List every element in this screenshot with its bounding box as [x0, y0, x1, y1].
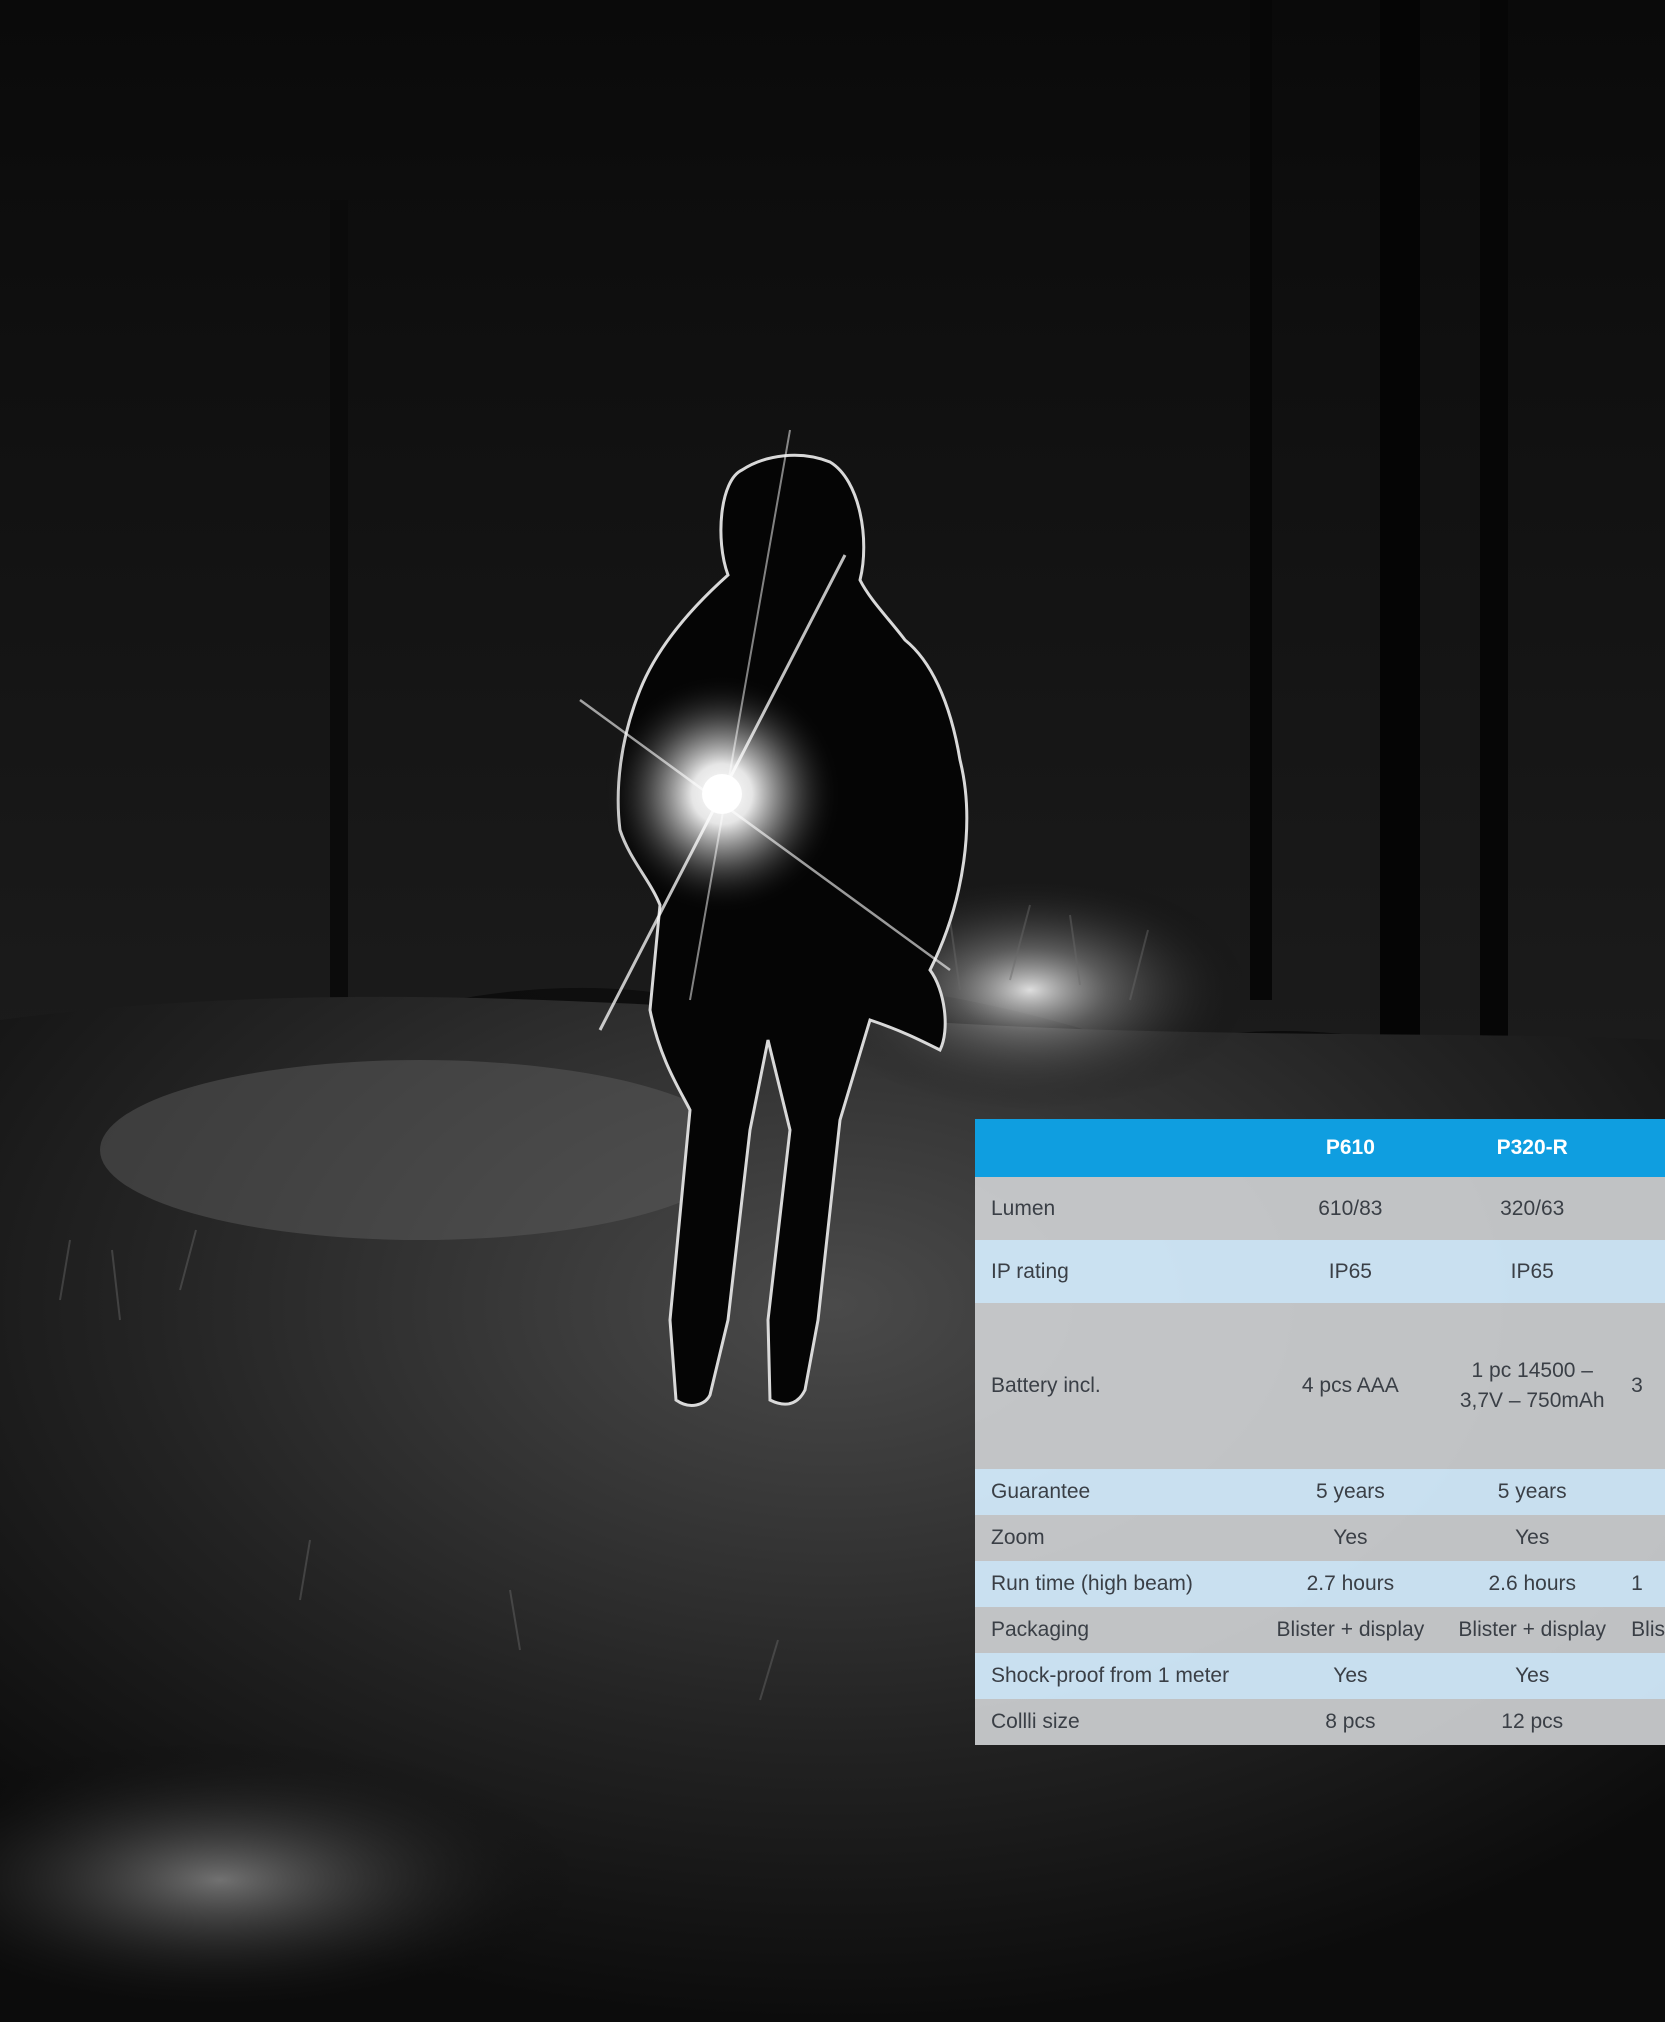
cell-value [1623, 1653, 1665, 1699]
table-row: Zoom Yes Yes [975, 1515, 1665, 1561]
row-label: Zoom [975, 1515, 1260, 1561]
header-cell-p320r: P320-R [1441, 1119, 1624, 1177]
header-cell-third [1623, 1119, 1665, 1177]
table-row: Battery incl. 4 pcs AAA 1 pc 14500 – 3,7… [975, 1303, 1665, 1469]
row-label: Collli size [975, 1699, 1260, 1745]
cell-value: 1 pc 14500 – 3,7V – 750mAh [1441, 1303, 1624, 1469]
row-label: Battery incl. [975, 1303, 1260, 1469]
table-row: Guarantee 5 years 5 years [975, 1469, 1665, 1515]
table-row: Packaging Blister + display Blister + di… [975, 1607, 1665, 1653]
table-row: Run time (high beam) 2.7 hours 2.6 hours… [975, 1561, 1665, 1607]
cell-value: 320/63 [1441, 1177, 1624, 1240]
cell-value: Blister + display [1441, 1607, 1624, 1653]
cell-value: 2.6 hours [1441, 1561, 1624, 1607]
cell-value: 2.7 hours [1259, 1561, 1442, 1607]
cell-value: IP65 [1259, 1240, 1442, 1303]
cell-value [1623, 1469, 1665, 1515]
cell-value: 12 pcs [1441, 1699, 1624, 1745]
cell-value [1623, 1699, 1665, 1745]
table-row: IP rating IP65 IP65 [975, 1240, 1665, 1303]
cell-value: Yes [1441, 1515, 1624, 1561]
spec-table-container: P610 P320-R Lumen 610/83 320/63 IP ratin… [975, 1119, 1665, 1745]
cell-value [1623, 1177, 1665, 1240]
table-row: Shock-proof from 1 meter Yes Yes [975, 1653, 1665, 1699]
spec-table-header-row: P610 P320-R [975, 1119, 1665, 1177]
spec-table: P610 P320-R Lumen 610/83 320/63 IP ratin… [975, 1119, 1665, 1745]
cell-value: Blister + display [1259, 1607, 1442, 1653]
cell-value: 1 [1623, 1561, 1665, 1607]
row-label: Lumen [975, 1177, 1260, 1240]
cell-value: Blist [1623, 1607, 1665, 1653]
cell-value: 4 pcs AAA [1259, 1303, 1442, 1469]
cell-value: IP65 [1441, 1240, 1624, 1303]
cell-value [1623, 1515, 1665, 1561]
cell-value: 5 years [1259, 1469, 1442, 1515]
row-label: Run time (high beam) [975, 1561, 1260, 1607]
cell-value: 3 [1623, 1303, 1665, 1469]
table-row: Lumen 610/83 320/63 [975, 1177, 1665, 1240]
row-label: Guarantee [975, 1469, 1260, 1515]
cell-value: 5 years [1441, 1469, 1624, 1515]
cell-value: Yes [1259, 1653, 1442, 1699]
header-cell-p610: P610 [1259, 1119, 1442, 1177]
cell-value: Yes [1259, 1515, 1442, 1561]
cell-value: 610/83 [1259, 1177, 1442, 1240]
cell-value: Yes [1441, 1653, 1624, 1699]
cell-value: 8 pcs [1259, 1699, 1442, 1745]
page: P610 P320-R Lumen 610/83 320/63 IP ratin… [0, 0, 1665, 2022]
row-label: Shock-proof from 1 meter [975, 1653, 1260, 1699]
header-cell-blank [975, 1119, 1260, 1177]
row-label: Packaging [975, 1607, 1260, 1653]
table-row: Collli size 8 pcs 12 pcs [975, 1699, 1665, 1745]
cell-value [1623, 1240, 1665, 1303]
row-label: IP rating [975, 1240, 1260, 1303]
